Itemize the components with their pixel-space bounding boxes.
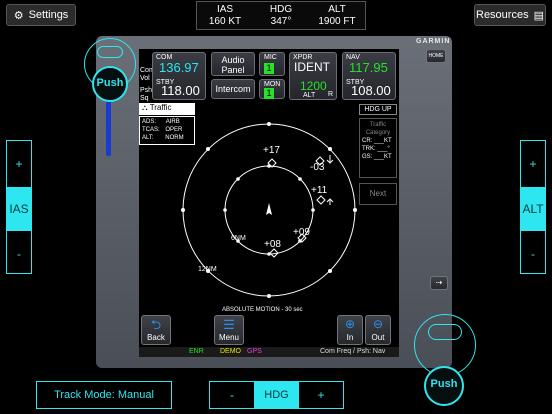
back-arrow-icon: ⮌ bbox=[150, 317, 162, 332]
back-label: Back bbox=[147, 333, 165, 342]
hdg-control: - HDG + bbox=[209, 381, 344, 409]
target-altitude-5: +08 bbox=[264, 239, 281, 250]
intercom-button[interactable]: Intercom bbox=[211, 79, 255, 99]
com-standby-frequency: 118.00 bbox=[161, 83, 200, 98]
knob-function-label: Com Freq / Psh: Nav bbox=[320, 348, 386, 355]
hdg-plus-button[interactable]: + bbox=[299, 382, 343, 408]
status-bar: ENR DEMO GPS Com Freq / Psh: Nav bbox=[139, 347, 399, 357]
resources-button[interactable]: Resources ▤ bbox=[474, 4, 546, 26]
xpdr-mode: IDENT bbox=[294, 60, 330, 74]
intercom-label: Intercom bbox=[215, 84, 251, 94]
track-mode-button[interactable]: Track Mode: Manual bbox=[36, 381, 172, 409]
home-button[interactable]: HOME bbox=[426, 49, 446, 63]
absolute-motion-label: ABSOLUTE MOTION - 30 sec bbox=[222, 307, 303, 313]
mic-box[interactable]: MIC 1 bbox=[259, 52, 285, 76]
nav-frequency-box[interactable]: NAV 117.95 STBY 108.00 bbox=[342, 52, 396, 100]
back-button[interactable]: ⮌ Back bbox=[141, 315, 171, 345]
enr-label: ENR bbox=[189, 348, 204, 355]
hdg-label: HDG bbox=[254, 382, 299, 408]
top-left-knob-inner[interactable] bbox=[97, 46, 123, 58]
target-altitude-2: -03 bbox=[310, 162, 325, 173]
resources-label: Resources bbox=[476, 9, 529, 21]
bottom-right-push-label: Push bbox=[430, 378, 458, 390]
menu-icon: ☰ bbox=[223, 317, 235, 332]
demo-label: DEMO bbox=[220, 348, 241, 355]
menu-label: Menu bbox=[218, 333, 239, 342]
ias-panel: + IAS - bbox=[6, 140, 32, 274]
gtn-screen: Com Vol Psh Sq COM 136.97 STBY 118.00 Au… bbox=[139, 49, 399, 357]
alt-label: ALT bbox=[521, 187, 545, 231]
hdg-value: 347° bbox=[270, 16, 292, 27]
mic-label: MIC bbox=[264, 54, 277, 61]
zoom-in-icon: ⊕ bbox=[344, 317, 356, 331]
settings-label: Settings bbox=[28, 9, 69, 21]
mon-value: 1 bbox=[264, 88, 274, 99]
target-altitude-1: +17 bbox=[263, 145, 280, 156]
ias-label: IAS bbox=[7, 187, 31, 231]
psh-sq-label: Psh Sq bbox=[140, 87, 153, 102]
audio-panel-label: Audio Panel bbox=[221, 55, 245, 75]
top-left-push-label: Push bbox=[96, 77, 124, 89]
xpdr-alt-mode: ALT bbox=[303, 92, 316, 99]
volume-slider[interactable] bbox=[106, 96, 111, 156]
com-active-frequency: 136.97 bbox=[159, 60, 199, 75]
gear-icon: ⚙ bbox=[13, 9, 24, 22]
audio-panel-button[interactable]: Audio Panel bbox=[211, 52, 255, 76]
zoom-in-button[interactable]: ⊕ In bbox=[337, 315, 363, 345]
vertical-trend-arrows bbox=[326, 155, 334, 205]
alt-value: 1900 FT bbox=[318, 16, 356, 27]
hdg-label: HDG bbox=[269, 4, 293, 15]
mic-value: 1 bbox=[264, 63, 274, 74]
mon-label: MON bbox=[264, 81, 281, 88]
book-icon: ▤ bbox=[533, 9, 544, 22]
zoom-out-icon: ⊖ bbox=[372, 317, 384, 331]
com-vol-label: Com Vol bbox=[140, 67, 155, 82]
target-altitude-4: +09 bbox=[293, 227, 310, 238]
zoom-in-label: In bbox=[346, 333, 354, 342]
mon-box[interactable]: MON 1 bbox=[259, 79, 285, 99]
zoom-out-label: Out bbox=[371, 333, 385, 342]
alt-panel: + ALT - bbox=[520, 140, 546, 274]
ownship-icon bbox=[266, 203, 272, 215]
alt-minus-button[interactable]: - bbox=[521, 247, 545, 261]
traffic-map[interactable] bbox=[139, 103, 399, 309]
flight-readout: IAS 160 KT HDG 347° ALT 1900 FT bbox=[196, 1, 366, 30]
ias-minus-button[interactable]: - bbox=[7, 247, 31, 261]
xpdr-reply: R bbox=[328, 91, 334, 98]
ias-value: 160 KT bbox=[208, 16, 242, 27]
nav-standby-frequency: 108.00 bbox=[351, 83, 391, 98]
menu-button[interactable]: ☰ Menu bbox=[214, 315, 244, 345]
xpdr-box[interactable]: XPDR IDENT 1200 ALT R bbox=[289, 52, 337, 100]
hdg-minus-button[interactable]: - bbox=[210, 382, 254, 408]
nav-active-frequency: 117.95 bbox=[349, 60, 388, 75]
garmin-logo: GARMIN bbox=[416, 38, 451, 45]
zoom-out-button[interactable]: ⊖ Out bbox=[365, 315, 391, 345]
gps-label: GPS bbox=[247, 348, 262, 355]
ias-label: IAS bbox=[216, 4, 234, 15]
direct-to-button[interactable]: ⇢ bbox=[430, 276, 448, 290]
alt-label: ALT bbox=[328, 4, 346, 15]
ias-plus-button[interactable]: + bbox=[7, 157, 31, 171]
inner-ring-label: 6NM bbox=[231, 235, 246, 242]
settings-button[interactable]: ⚙ Settings bbox=[6, 4, 76, 26]
xpdr-code: 1200 bbox=[300, 79, 327, 93]
com-frequency-box[interactable]: COM 136.97 STBY 118.00 bbox=[152, 52, 206, 100]
track-mode-label: Track Mode: Manual bbox=[54, 389, 154, 401]
outer-ring-label: 12NM bbox=[198, 266, 217, 273]
target-altitude-3: +11 bbox=[311, 185, 328, 196]
alt-plus-button[interactable]: + bbox=[521, 157, 545, 171]
bottom-right-knob-inner[interactable] bbox=[428, 324, 462, 340]
